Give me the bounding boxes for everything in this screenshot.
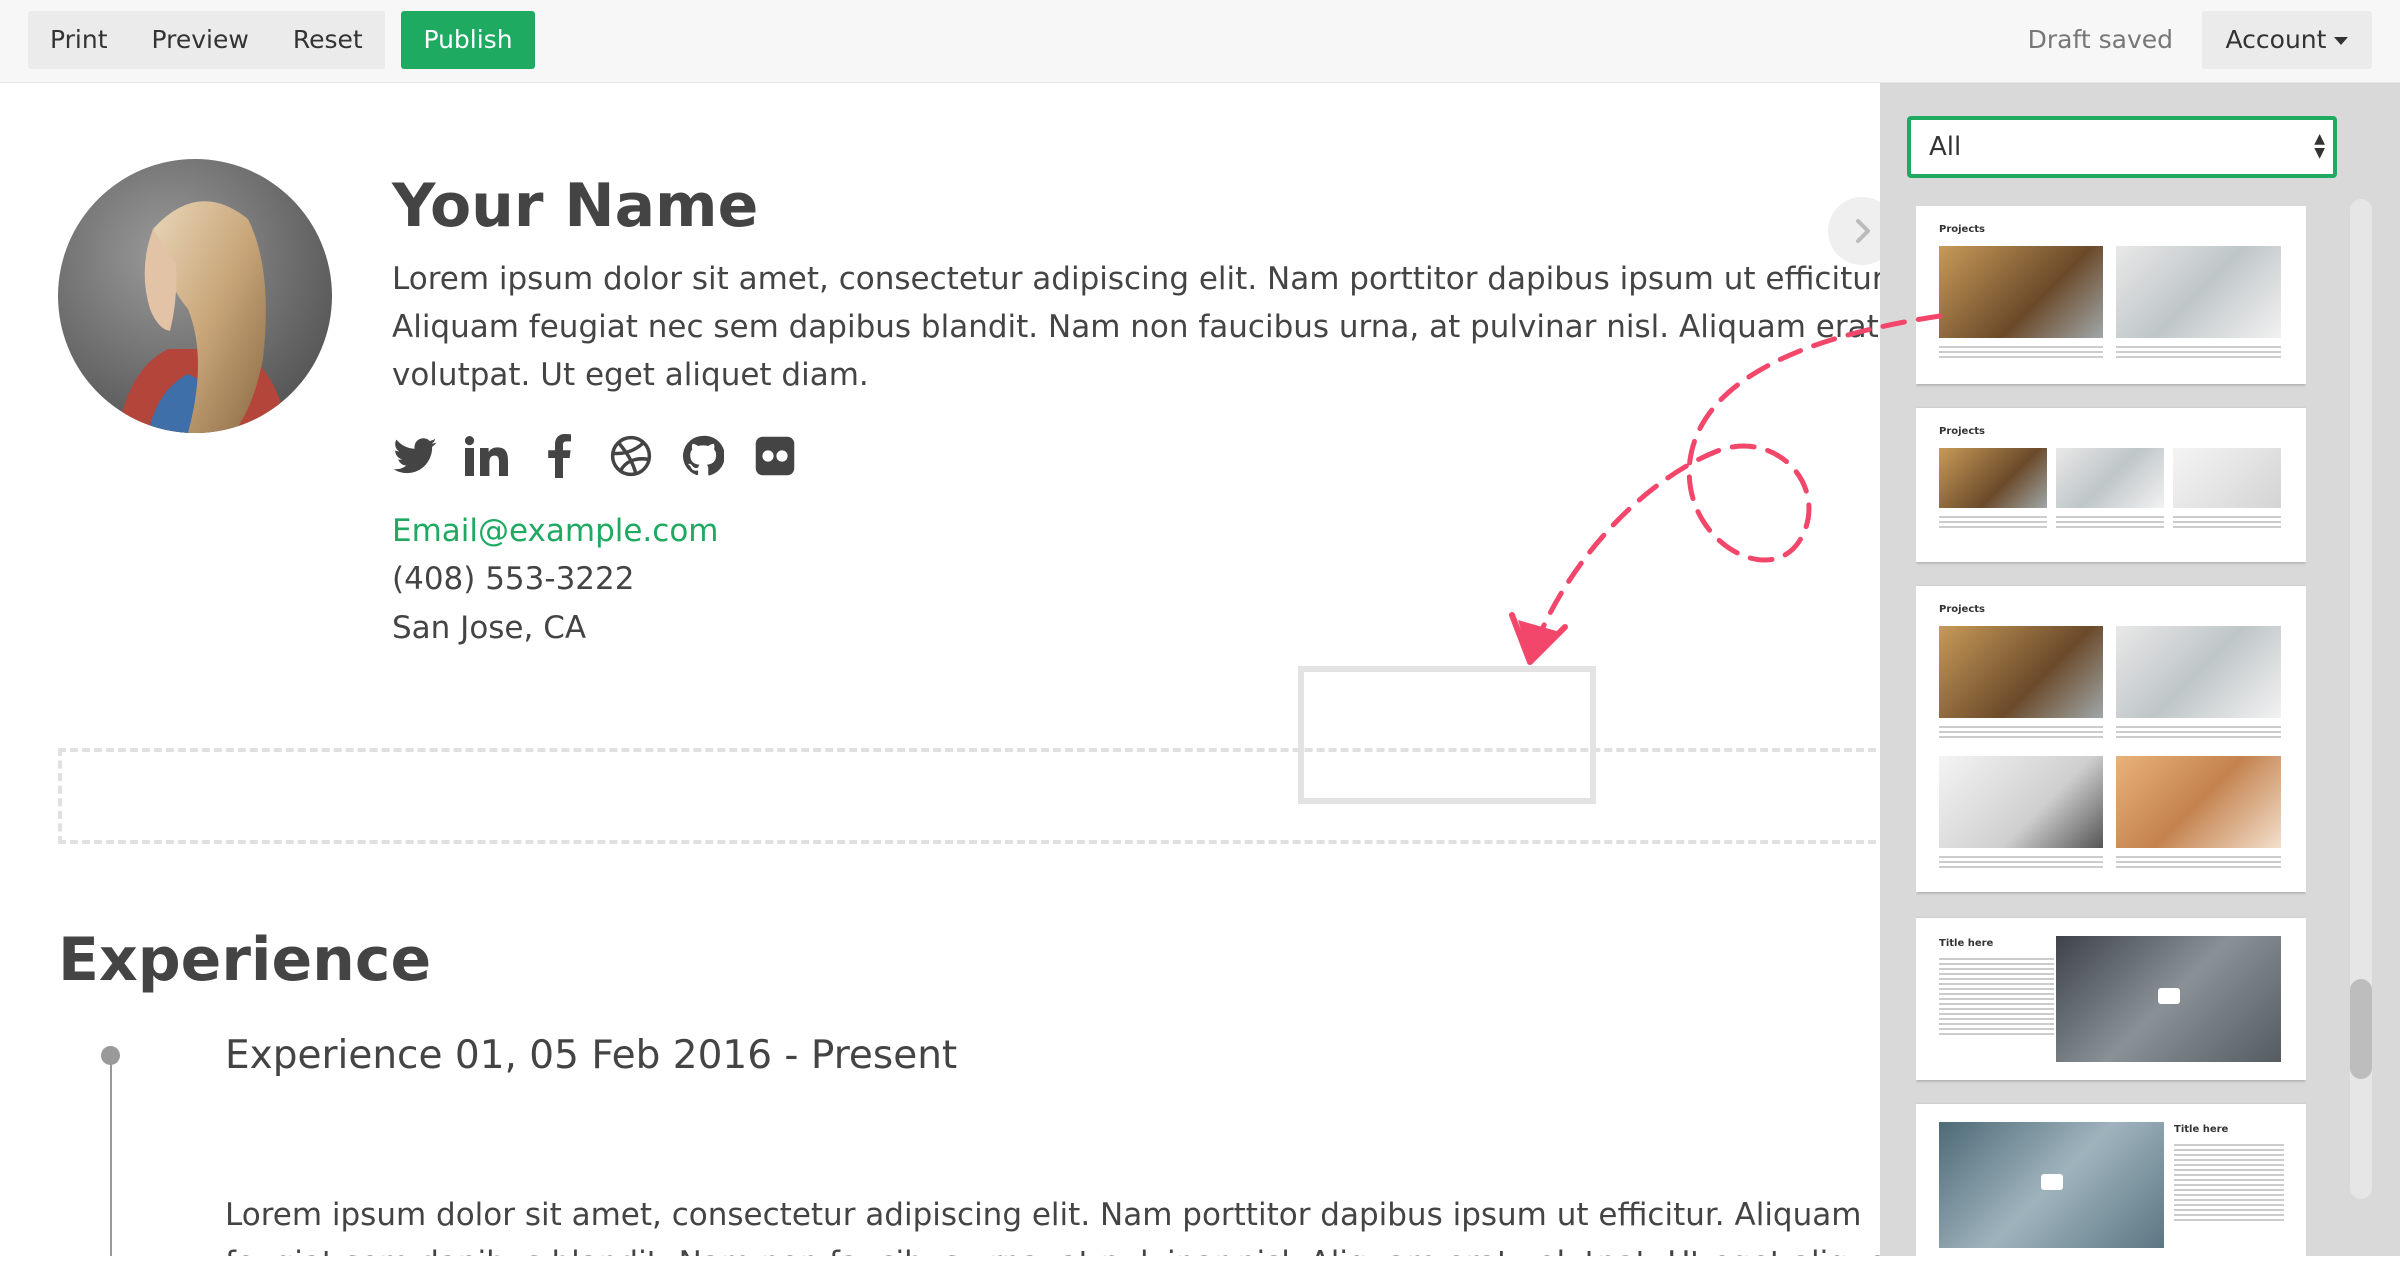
thumbnail-video bbox=[2056, 936, 2281, 1062]
facebook-icon[interactable] bbox=[536, 433, 582, 479]
location-text[interactable]: San Jose, CA bbox=[392, 610, 586, 646]
phone-number[interactable]: (408) 553-3222 bbox=[392, 561, 634, 597]
thumbnail-text-lines bbox=[1939, 516, 2047, 528]
template-thumbnail[interactable]: Projects bbox=[1916, 408, 2306, 562]
timeline-dot bbox=[101, 1046, 120, 1065]
thumbnail-text-lines bbox=[2056, 516, 2164, 528]
profile-name[interactable]: Your Name bbox=[392, 171, 758, 241]
top-toolbar: Print Preview Reset Publish Draft saved … bbox=[0, 0, 2400, 83]
dribbble-icon[interactable] bbox=[608, 433, 654, 479]
thumbnail-label: Projects bbox=[1939, 426, 1986, 437]
select-arrows-icon: ▲ ▼ bbox=[2314, 131, 2325, 161]
template-thumbnail-list: Projects Projects Projects Title here Ti… bbox=[1916, 206, 2306, 1286]
github-icon[interactable] bbox=[680, 433, 726, 479]
template-thumbnail[interactable]: Projects bbox=[1916, 206, 2306, 384]
thumbnail-label: Projects bbox=[1939, 604, 1986, 615]
template-thumbnail[interactable]: Title here bbox=[1916, 918, 2306, 1080]
account-label: Account bbox=[2225, 25, 2327, 54]
experience-item-text[interactable]: Lorem ipsum dolor sit amet, consectetur … bbox=[225, 1191, 1880, 1256]
thumbnail-text-lines bbox=[1939, 856, 2103, 868]
profile-bio[interactable]: Lorem ipsum dolor sit amet, consectetur … bbox=[392, 255, 1880, 399]
caret-down-icon bbox=[2334, 37, 2349, 45]
template-filter-select[interactable]: All ▲ ▼ bbox=[1907, 116, 2337, 178]
experience-item-title[interactable]: Experience 01, 05 Feb 2016 - Present bbox=[225, 1033, 957, 1078]
social-links bbox=[392, 433, 798, 479]
thumbnail-text-lines bbox=[2116, 856, 2281, 868]
thumbnail-image bbox=[1939, 246, 2103, 338]
account-menu-button[interactable]: Account bbox=[2202, 11, 2372, 69]
twitter-icon[interactable] bbox=[392, 433, 438, 479]
thumbnail-video bbox=[1939, 1122, 2164, 1248]
thumbnail-label: Projects bbox=[1939, 224, 1986, 235]
preview-button[interactable]: Preview bbox=[130, 11, 271, 69]
avatar[interactable] bbox=[58, 159, 332, 433]
email-link[interactable]: Email@example.com bbox=[392, 513, 719, 549]
resume-canvas: Your Name Lorem ipsum dolor sit amet, co… bbox=[0, 83, 1880, 1256]
experience-heading[interactable]: Experience bbox=[58, 925, 431, 995]
publish-button[interactable]: Publish bbox=[401, 11, 535, 69]
timeline-line bbox=[110, 1055, 112, 1256]
thumbnail-image bbox=[2173, 448, 2281, 508]
thumbnail-text-lines bbox=[1939, 346, 2103, 358]
thumbnail-label: Title here bbox=[1939, 938, 1994, 949]
thumbnail-image bbox=[1939, 448, 2047, 508]
thumbnail-text-lines bbox=[2116, 346, 2281, 358]
thumbnail-text-lines bbox=[2174, 1144, 2284, 1224]
thumbnail-text-lines bbox=[2173, 516, 2281, 528]
thumbnail-image bbox=[2116, 626, 2281, 718]
thumbnail-image bbox=[2116, 756, 2281, 848]
action-button-group: Print Preview Reset bbox=[28, 11, 385, 69]
flickr-icon[interactable] bbox=[752, 433, 798, 479]
thumbnail-text-lines bbox=[1939, 726, 2103, 738]
thumbnail-image bbox=[1939, 626, 2103, 718]
play-icon bbox=[2158, 988, 2180, 1004]
linkedin-icon[interactable] bbox=[464, 433, 510, 479]
thumbnail-image bbox=[2116, 246, 2281, 338]
print-button[interactable]: Print bbox=[28, 11, 130, 69]
reset-button[interactable]: Reset bbox=[271, 11, 385, 69]
sidebar-scrollbar-thumb[interactable] bbox=[2350, 979, 2372, 1079]
template-sidebar: All ▲ ▼ Projects Projects Projects Title… bbox=[1880, 83, 2400, 1286]
save-status: Draft saved bbox=[2027, 25, 2173, 54]
template-thumbnail[interactable]: Title here bbox=[1916, 1104, 2306, 1286]
section-drop-zone[interactable] bbox=[58, 748, 1880, 844]
thumbnail-text-lines bbox=[1939, 958, 2054, 1038]
thumbnail-label: Title here bbox=[2174, 1124, 2229, 1135]
template-thumbnail[interactable]: Projects bbox=[1916, 586, 2306, 892]
thumbnail-image bbox=[1939, 756, 2103, 848]
thumbnail-text-lines bbox=[2116, 726, 2281, 738]
thumbnail-image bbox=[2056, 448, 2164, 508]
play-icon bbox=[2041, 1174, 2063, 1190]
template-filter-value: All bbox=[1929, 132, 1962, 162]
drop-target-placeholder bbox=[1298, 666, 1596, 804]
